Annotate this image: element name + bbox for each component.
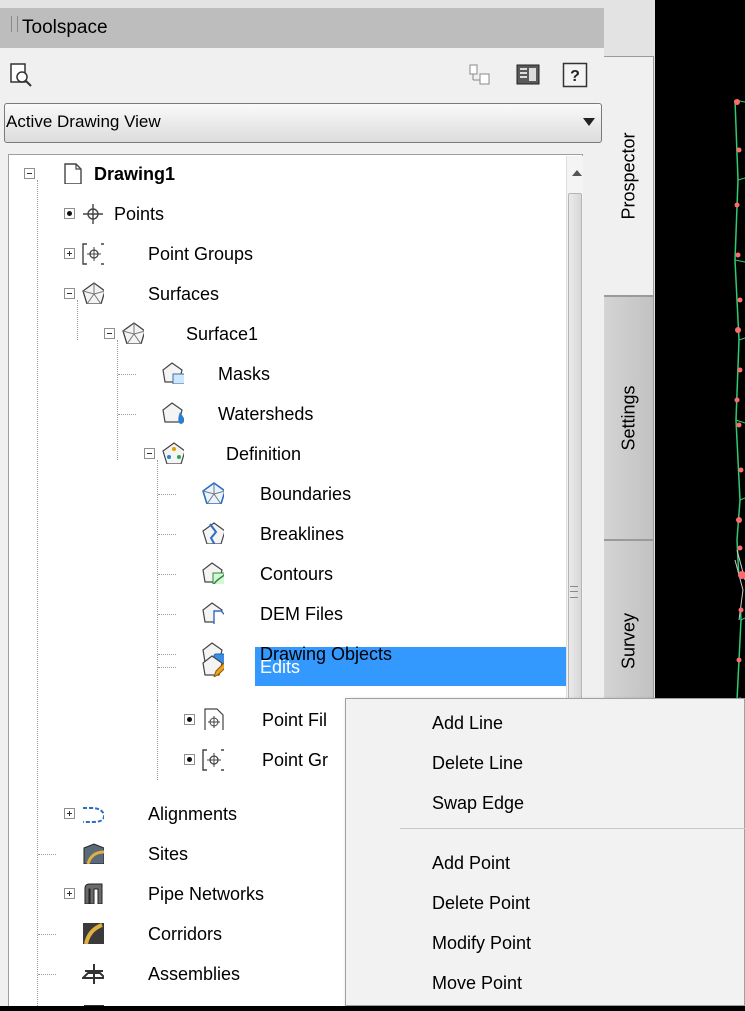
point-file-icon bbox=[204, 708, 224, 730]
tree-item-label: Point Fil bbox=[262, 710, 328, 730]
menu-item-add-point[interactable]: Add Point bbox=[432, 853, 510, 874]
view-dropdown-value: Active Drawing View bbox=[6, 112, 161, 131]
boundary-icon bbox=[202, 482, 224, 504]
tree-item-label: Corridors bbox=[148, 924, 223, 944]
mask-icon bbox=[162, 362, 184, 384]
dem-file-icon bbox=[202, 602, 224, 624]
tree-item-label: Surface1 bbox=[186, 324, 259, 344]
menu-item-swap-edge[interactable]: Swap Edge bbox=[432, 793, 524, 814]
tree-item-label: Definition bbox=[226, 444, 302, 464]
collapse-toggle[interactable] bbox=[24, 168, 35, 179]
tree-item-label: Watersheds bbox=[218, 404, 314, 424]
grip-icon bbox=[570, 586, 578, 598]
menu-item-delete-line[interactable]: Delete Line bbox=[432, 753, 523, 774]
tree-item-label: Drawing1 bbox=[94, 164, 176, 184]
chevron-down-icon[interactable] bbox=[583, 118, 595, 126]
tree-item-label: Boundaries bbox=[260, 484, 352, 504]
tree-item-label: Contours bbox=[260, 564, 334, 584]
menu-item-add-line[interactable]: Add Line bbox=[432, 713, 503, 734]
tree-item-label: Sites bbox=[148, 844, 189, 864]
expand-toggle[interactable] bbox=[184, 714, 195, 725]
tree-item-label: Point Gr bbox=[262, 750, 329, 770]
expand-toggle[interactable] bbox=[64, 208, 75, 219]
tree-item-label: Masks bbox=[218, 364, 271, 384]
site-icon bbox=[83, 843, 104, 864]
menu-item-move-point[interactable]: Move Point bbox=[432, 973, 522, 994]
tab-prospector[interactable]: Prospector bbox=[604, 56, 654, 296]
toolbar bbox=[0, 50, 604, 98]
item-view-icon[interactable] bbox=[467, 62, 493, 88]
point-icon bbox=[83, 204, 103, 224]
collapse-toggle[interactable] bbox=[104, 328, 115, 339]
breakline-icon bbox=[202, 522, 224, 544]
tree-item-label: Alignments bbox=[148, 804, 238, 824]
tree-item-label: Point Groups bbox=[148, 244, 254, 264]
menu-item-modify-point[interactable]: Modify Point bbox=[432, 933, 531, 954]
menu-separator bbox=[400, 828, 745, 829]
expand-toggle[interactable] bbox=[64, 808, 75, 819]
surface-icon bbox=[82, 282, 104, 304]
menu-item-delete-point[interactable]: Delete Point bbox=[432, 893, 530, 914]
tree-item-label: Assemblies bbox=[148, 964, 241, 984]
definition-icon bbox=[162, 442, 184, 464]
drawing-icon bbox=[64, 163, 82, 184]
tree-item-label: Pipe Networks bbox=[148, 884, 265, 904]
tree-item-label: Edits bbox=[260, 657, 301, 677]
alignment-icon bbox=[83, 807, 104, 823]
window-title: Toolspace bbox=[22, 17, 108, 38]
tab-label: Settings bbox=[618, 385, 638, 451]
svg-text:?: ? bbox=[570, 68, 580, 85]
contour-icon bbox=[202, 562, 224, 584]
tab-label: Survey bbox=[618, 612, 638, 670]
tree-item-label: DEM Files bbox=[260, 604, 344, 624]
list-view-icon[interactable] bbox=[515, 62, 541, 88]
scroll-up-icon[interactable] bbox=[572, 170, 582, 176]
pipe-network-icon bbox=[84, 883, 103, 904]
watershed-icon bbox=[162, 402, 184, 424]
subassembly-icon bbox=[84, 1005, 104, 1006]
surface-icon bbox=[122, 322, 144, 344]
tree-item-label: Breaklines bbox=[260, 524, 345, 544]
tree-item-label: Surfaces bbox=[148, 284, 220, 304]
collapse-toggle[interactable] bbox=[144, 448, 155, 459]
point-group-icon bbox=[202, 749, 224, 771]
tab-settings[interactable]: Settings bbox=[604, 296, 654, 540]
assembly-icon bbox=[82, 964, 104, 984]
corridor-icon bbox=[83, 923, 104, 944]
tab-label: Prospector bbox=[618, 132, 638, 220]
context-menu bbox=[345, 698, 745, 1006]
search-icon[interactable] bbox=[8, 62, 34, 88]
tree-item-label: Points bbox=[114, 204, 165, 224]
grip-icon[interactable] bbox=[11, 16, 18, 32]
edit-icon bbox=[202, 655, 224, 677]
help-icon[interactable]: ? bbox=[562, 62, 588, 88]
expand-toggle[interactable] bbox=[64, 888, 75, 899]
collapse-toggle[interactable] bbox=[64, 288, 75, 299]
point-group-icon bbox=[82, 243, 104, 265]
expand-toggle[interactable] bbox=[64, 248, 75, 259]
expand-toggle[interactable] bbox=[184, 754, 195, 765]
